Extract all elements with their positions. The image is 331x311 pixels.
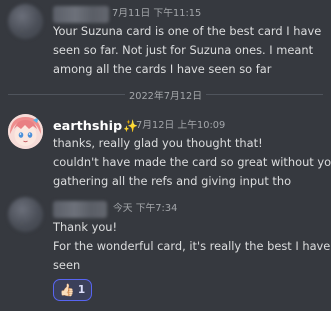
message-text-line: couldn't have made the card so great wit…	[53, 155, 331, 169]
thumbs-up-icon: 👍🏻	[59, 283, 75, 297]
message-text-line: Thank you!	[53, 220, 118, 234]
author-name: earthship	[53, 119, 123, 134]
anime-avatar-icon	[8, 114, 43, 149]
avatar[interactable]	[8, 4, 43, 39]
message-timestamp: 7月11日 下午11:15	[112, 8, 202, 19]
message-text-line: among all the cards I have seen so far	[53, 62, 272, 76]
message-text-line: Your Suzuna card is one of the best card…	[53, 24, 322, 38]
avatar[interactable]	[8, 197, 43, 232]
redacted-username	[53, 201, 107, 218]
redacted-username	[53, 6, 109, 23]
message-author[interactable]: earthship✨	[53, 118, 138, 135]
reaction-count: 1	[77, 284, 86, 296]
message-text-line: gathering all the refs and giving input …	[53, 174, 292, 188]
message-timestamp: 7月12日 上午10:09	[136, 120, 226, 131]
message-text-line: seen	[53, 258, 81, 272]
message-timestamp: 今天 下午7:34	[113, 203, 178, 214]
message-text-line: thanks, really glad you thought that!	[53, 136, 263, 150]
avatar[interactable]	[8, 114, 43, 149]
message-text-line: For the wonderful card, it's really the …	[53, 239, 331, 253]
message-text-line: seen so far. Not just for Suzuna ones. I…	[53, 43, 314, 57]
reaction-button[interactable]: 👍🏻 1	[53, 279, 92, 301]
date-divider-label: 2022年7月12日	[124, 91, 207, 102]
date-divider: 2022年7月12日	[0, 87, 331, 104]
